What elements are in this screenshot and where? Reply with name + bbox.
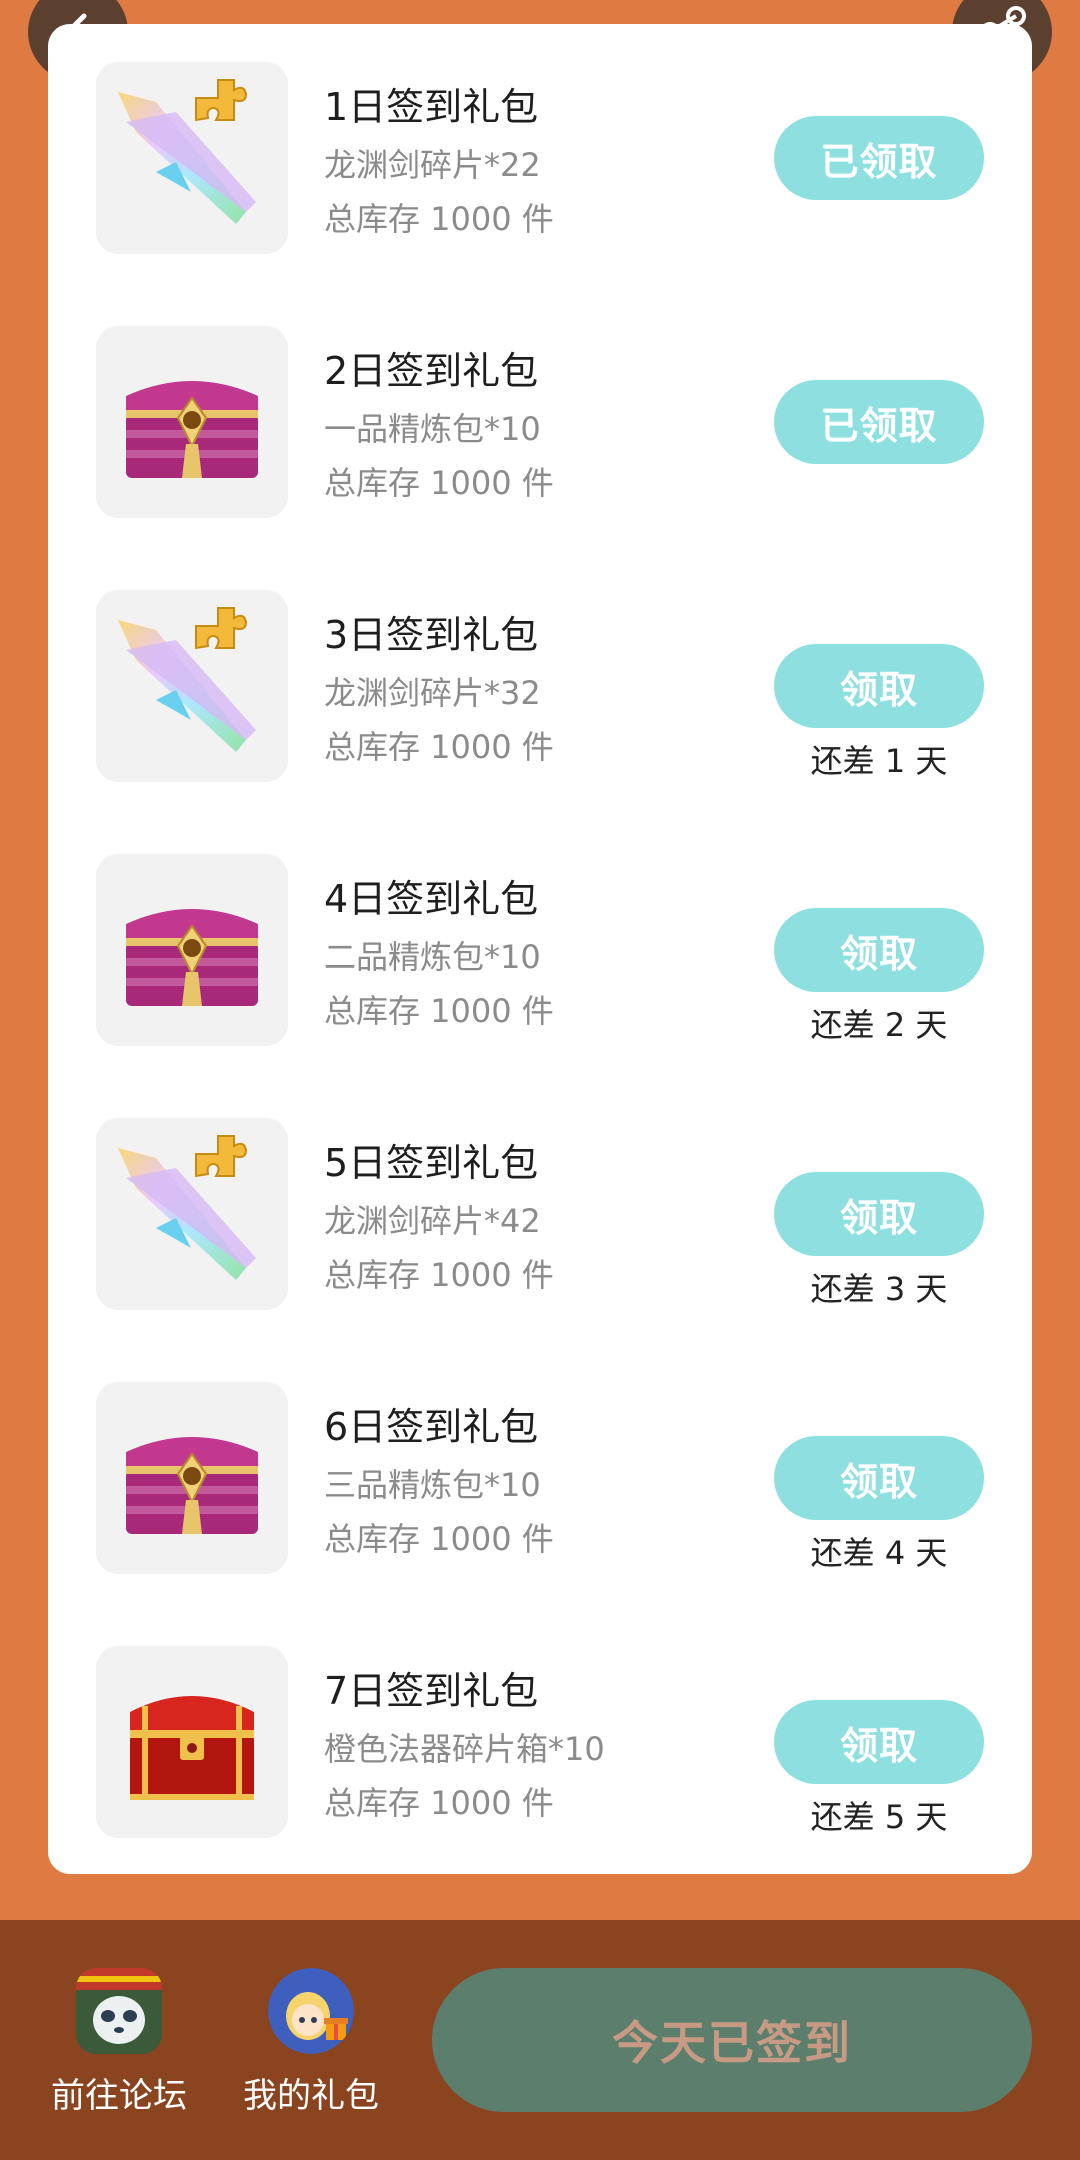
gift-title: 1日签到礼包 <box>324 85 539 129</box>
gift-title: 4日签到礼包 <box>324 877 539 921</box>
gift-row: 4日签到礼包二品精炼包*10 总库存 1000 件 领取还差 2 天 <box>48 854 1032 1054</box>
gift-title: 6日签到礼包 <box>324 1405 539 1449</box>
gift-title: 2日签到礼包 <box>324 349 539 393</box>
claim-button[interactable]: 领取 <box>774 1700 984 1784</box>
gift-description: 龙渊剑碎片*42 <box>324 1202 541 1240</box>
my-gifts-label: 我的礼包 <box>243 2076 379 2116</box>
pink-chest-image <box>126 909 258 1006</box>
checked-in-today-button[interactable]: 今天已签到 <box>432 1968 1032 2112</box>
gift-stock: 总库存 1000 件 <box>324 1784 554 1822</box>
my-gifts-icon <box>268 1968 354 2054</box>
gift-row: 7日签到礼包橙色法器碎片箱*10 总库存 1000 件 领取还差 5 天 <box>48 1646 1032 1846</box>
forum-shortcut[interactable]: 前往论坛 <box>34 1968 204 2117</box>
gift-description: 龙渊剑碎片*22 <box>324 146 541 184</box>
days-remaining: 还差 1 天 <box>810 742 948 780</box>
gift-thumbnail <box>96 1646 288 1838</box>
red-chest-image <box>130 1696 254 1800</box>
gift-thumbnail <box>96 590 288 782</box>
gift-thumbnail <box>96 1382 288 1574</box>
gift-description: 龙渊剑碎片*32 <box>324 674 541 712</box>
gift-row: 3日签到礼包龙渊剑碎片*32 总库存 1000 件 领取还差 1 天 <box>48 590 1032 790</box>
days-remaining: 还差 5 天 <box>810 1798 948 1836</box>
bottom-bar: 前往论坛 我的礼包 今天已签到 <box>0 1920 1080 2160</box>
gift-description: 三品精炼包*10 <box>324 1466 541 1504</box>
gift-description: 二品精炼包*10 <box>324 938 541 976</box>
gift-description: 橙色法器碎片箱*10 <box>324 1730 605 1768</box>
gift-stock: 总库存 1000 件 <box>324 728 554 766</box>
pink-chest-image <box>126 381 258 478</box>
gift-list-card: 1日签到礼包 龙渊剑碎片*22 总库存 1000 件已领取 2日签到礼包 一品精炼包*1… <box>48 24 1032 1874</box>
gift-title: 5日签到礼包 <box>324 1141 539 1185</box>
gift-title: 7日签到礼包 <box>324 1669 539 1713</box>
claim-button[interactable]: 已领取 <box>774 116 984 200</box>
gift-row: 1日签到礼包龙渊剑碎片*22 总库存 1000 件 已领取 <box>48 62 1032 262</box>
forum-label: 前往论坛 <box>51 2076 187 2116</box>
gift-thumbnail <box>96 854 288 1046</box>
gift-stock: 总库存 1000 件 <box>324 1256 554 1294</box>
gift-row: 5日签到礼包龙渊剑碎片*42 总库存 1000 件 领取还差 3 天 <box>48 1118 1032 1318</box>
gift-thumbnail <box>96 326 288 518</box>
checkin-label: 今天已签到 <box>612 2016 852 2070</box>
gift-stock: 总库存 1000 件 <box>324 1520 554 1558</box>
claim-button[interactable]: 领取 <box>774 1172 984 1256</box>
claim-button[interactable]: 已领取 <box>774 380 984 464</box>
gift-thumbnail <box>96 62 288 254</box>
gift-stock: 总库存 1000 件 <box>324 992 554 1030</box>
my-gifts-shortcut[interactable]: 我的礼包 <box>226 1968 396 2117</box>
sword-fragment-image <box>118 79 256 224</box>
gift-description: 一品精炼包*10 <box>324 410 541 448</box>
pink-chest-image <box>126 1437 258 1534</box>
claim-button[interactable]: 领取 <box>774 644 984 728</box>
forum-game-icon <box>76 1968 162 2054</box>
gift-thumbnail <box>96 1118 288 1310</box>
sword-fragment-image <box>118 607 256 752</box>
days-remaining: 还差 3 天 <box>810 1270 948 1308</box>
sword-fragment-image <box>118 1135 256 1280</box>
claim-button[interactable]: 领取 <box>774 908 984 992</box>
gift-row: 6日签到礼包三品精炼包*10 总库存 1000 件 领取还差 4 天 <box>48 1382 1032 1582</box>
gift-title: 3日签到礼包 <box>324 613 539 657</box>
days-remaining: 还差 4 天 <box>810 1534 948 1572</box>
gift-row: 2日签到礼包一品精炼包*10 总库存 1000 件 已领取 <box>48 326 1032 526</box>
gift-stock: 总库存 1000 件 <box>324 464 554 502</box>
claim-button[interactable]: 领取 <box>774 1436 984 1520</box>
days-remaining: 还差 2 天 <box>810 1006 948 1044</box>
gift-stock: 总库存 1000 件 <box>324 200 554 238</box>
